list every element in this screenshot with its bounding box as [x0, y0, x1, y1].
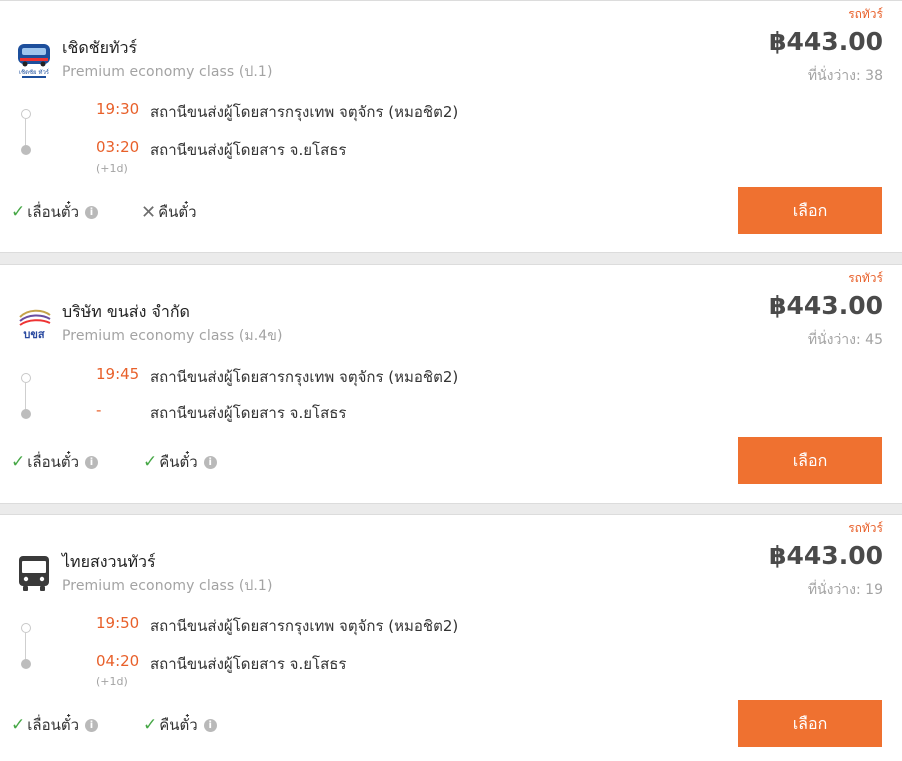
- reschedule-policy: ✓ เลื่อนตั๋ว i: [11, 200, 98, 224]
- reschedule-label: เลื่อนตั๋ว: [27, 203, 79, 221]
- class-label: Premium economy class (ป.1): [62, 64, 273, 80]
- refund-label: คืนตั๋ว: [158, 203, 197, 221]
- refund-label: คืนตั๋ว: [159, 453, 198, 471]
- select-button[interactable]: เลือก: [738, 187, 882, 234]
- seats-available: ที่นั่งว่าง: 45: [807, 332, 883, 348]
- depart-station: สถานีขนส่งผู้โดยสารกรุงเทพ จตุจักร (หมอช…: [150, 617, 459, 635]
- operator-name: เชิดชัยทัวร์: [62, 38, 138, 57]
- check-icon: ✓: [11, 452, 26, 472]
- select-button[interactable]: เลือก: [738, 437, 882, 484]
- operator-logo: บขส: [14, 305, 54, 345]
- depart-time: 19:45: [96, 365, 140, 383]
- cross-icon: ✕: [141, 201, 157, 223]
- logo-text: บขส: [23, 328, 45, 341]
- seats-available: ที่นั่งว่าง: 19: [807, 582, 883, 598]
- check-icon: ✓: [11, 202, 26, 222]
- info-icon[interactable]: i: [203, 455, 217, 469]
- class-label: Premium economy class (ม.4ข): [62, 328, 283, 344]
- plus-day-label: (+1d): [96, 162, 128, 175]
- seats-available: ที่นั่งว่าง: 38: [807, 68, 883, 84]
- depart-station: สถานีขนส่งผู้โดยสารกรุงเทพ จตุจักร (หมอช…: [150, 368, 459, 386]
- info-icon[interactable]: i: [203, 718, 217, 732]
- arrive-time: 03:20: [96, 138, 140, 156]
- check-icon: ✓: [143, 452, 158, 472]
- info-icon[interactable]: i: [85, 455, 98, 469]
- class-label: Premium economy class (ป.1): [62, 578, 273, 594]
- trip-card: รถทัวร์ ไทยสงวนทัวร์ Premium economy cla…: [0, 514, 902, 761]
- plus-day-label: (+1d): [96, 675, 128, 688]
- price: ฿443.00: [769, 291, 883, 320]
- select-button[interactable]: เลือก: [738, 700, 882, 747]
- reschedule-label: เลื่อนตั๋ว: [27, 716, 79, 734]
- check-icon: ✓: [143, 715, 158, 735]
- refund-label: คืนตั๋ว: [159, 716, 198, 734]
- refund-policy: ✕ คืนตั๋ว: [141, 200, 197, 224]
- depart-station: สถานีขนส่งผู้โดยสารกรุงเทพ จตุจักร (หมอช…: [150, 103, 459, 121]
- depart-time: 19:50: [96, 614, 140, 632]
- arrive-station: สถานีขนส่งผู้โดยสาร จ.ยโสธร: [150, 655, 347, 673]
- info-icon[interactable]: i: [85, 718, 98, 732]
- trip-card: รถทัวร์ เชิดชัย ทัวร์ เชิดชัยทัวร์ Premi…: [0, 0, 902, 253]
- route-timeline: [20, 623, 34, 673]
- refund-policy: ✓ คืนตั๋ว i: [143, 450, 217, 474]
- info-icon[interactable]: i: [85, 205, 98, 219]
- bus-type-tag: รถทัวร์: [848, 521, 883, 535]
- refund-policy: ✓ คืนตั๋ว i: [143, 713, 217, 737]
- operator-logo: เชิดชัย ทัวร์: [14, 41, 54, 81]
- bus-type-tag: รถทัวร์: [848, 271, 883, 285]
- reschedule-label: เลื่อนตั๋ว: [27, 453, 79, 471]
- logo-text: เชิดชัย ทัวร์: [19, 68, 50, 76]
- arrive-time: 04:20: [96, 652, 140, 670]
- depart-time: 19:30: [96, 100, 140, 118]
- check-icon: ✓: [11, 715, 26, 735]
- route-timeline: [20, 373, 34, 423]
- trip-card: รถทัวร์ บขส บริษัท ขนส่ง จำกัด Premium e…: [0, 264, 902, 504]
- arrive-time: -: [96, 401, 102, 419]
- bus-icon: [14, 553, 54, 593]
- price: ฿443.00: [769, 27, 883, 56]
- reschedule-policy: ✓ เลื่อนตั๋ว i: [11, 450, 98, 474]
- price: ฿443.00: [769, 541, 883, 570]
- arrive-station: สถานีขนส่งผู้โดยสาร จ.ยโสธร: [150, 141, 347, 159]
- operator-name: บริษัท ขนส่ง จำกัด: [62, 302, 190, 321]
- bus-type-tag: รถทัวร์: [848, 7, 883, 21]
- route-timeline: [20, 109, 34, 159]
- reschedule-policy: ✓ เลื่อนตั๋ว i: [11, 713, 98, 737]
- operator-name: ไทยสงวนทัวร์: [62, 552, 156, 571]
- arrive-station: สถานีขนส่งผู้โดยสาร จ.ยโสธร: [150, 404, 347, 422]
